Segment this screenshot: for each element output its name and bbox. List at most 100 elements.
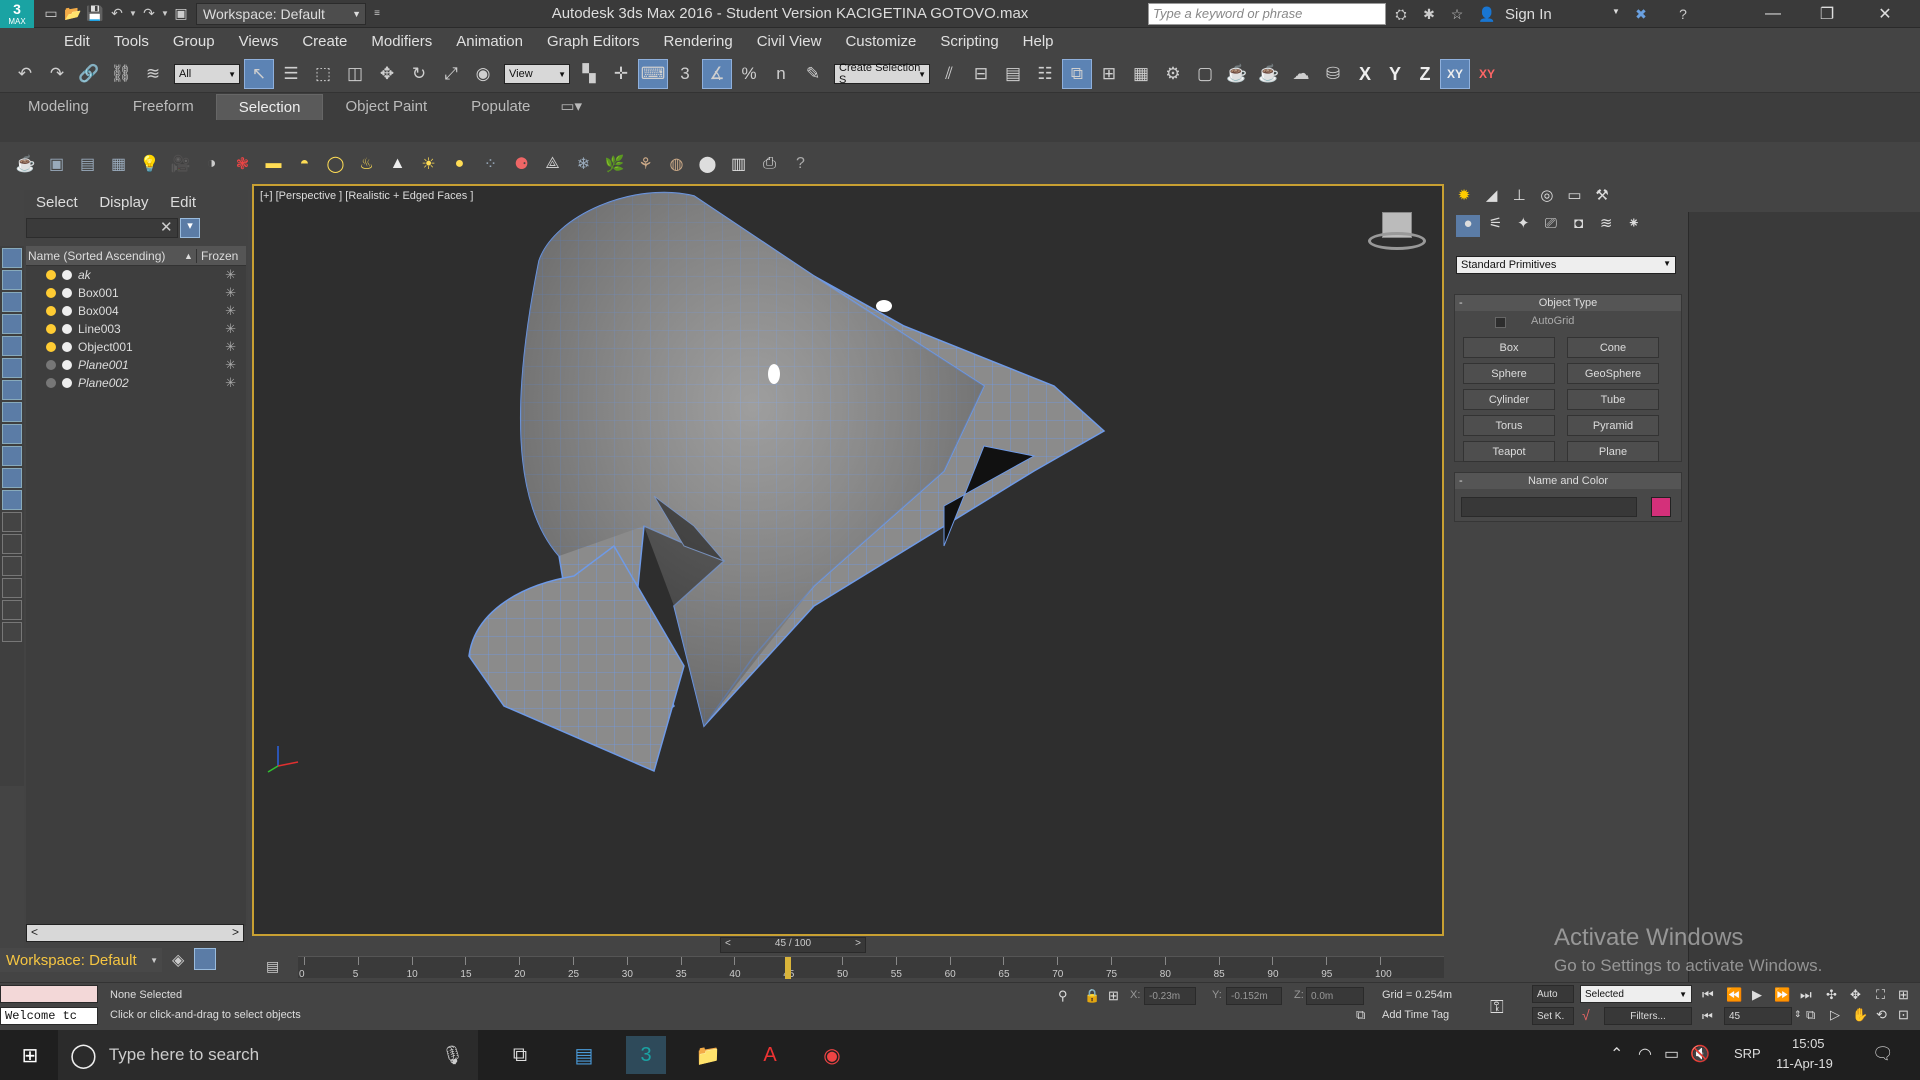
render-cloud-icon[interactable]: ☁ <box>1286 59 1316 89</box>
primitive-category-dropdown[interactable]: Standard Primitives ▼ <box>1456 256 1676 274</box>
time-slider-prev-icon[interactable]: < <box>725 938 731 949</box>
display-geometry-icon[interactable] <box>2 292 22 312</box>
search-input[interactable]: Type a keyword or phrase <box>1148 3 1386 25</box>
hierarchy-explorer-icon[interactable] <box>194 948 216 970</box>
keyboard-shortcut-override-icon[interactable]: ⌨ <box>638 59 668 89</box>
key-icon[interactable]: ⚿ <box>1490 997 1504 1018</box>
rect-selection-icon[interactable]: ⬚ <box>308 59 338 89</box>
start-icon[interactable]: ⊞ <box>10 1036 50 1074</box>
reference-coord-dropdown[interactable]: View ▼ <box>504 64 570 84</box>
menu-customize[interactable]: Customize <box>833 28 928 56</box>
hemisphere-icon[interactable]: ◓ <box>289 149 320 179</box>
auto-key-button[interactable]: Auto <box>1532 985 1574 1003</box>
menu-help[interactable]: Help <box>1011 28 1066 56</box>
geometry-icon[interactable]: ● <box>1456 215 1480 237</box>
cylinder-button[interactable]: Cylinder <box>1463 389 1555 410</box>
close-icon[interactable]: ✕ <box>1858 0 1912 28</box>
microphone-icon[interactable]: 🎙 <box>441 1045 464 1066</box>
freeze-icon[interactable]: ✳ <box>225 303 236 319</box>
scene-menu-select[interactable]: Select <box>36 194 78 211</box>
orbit-icon[interactable]: ⟲ <box>1876 1007 1887 1023</box>
spacewarp-icon[interactable]: ❃ <box>227 149 258 179</box>
display-shapes-icon[interactable] <box>2 314 22 334</box>
shapes-icon[interactable]: ⚟ <box>1484 214 1508 236</box>
key-mode-curve-icon[interactable]: √ <box>1582 1007 1590 1023</box>
unlink-icon[interactable]: ⛓ <box>106 59 136 89</box>
menu-civil-view[interactable]: Civil View <box>745 28 834 56</box>
zoom-extents-all-icon[interactable]: ⊞ <box>1898 987 1909 1003</box>
list-item[interactable]: Box001 ✳ <box>26 284 246 302</box>
particles-icon[interactable]: ⁘ <box>475 149 506 179</box>
display-frozen-icon[interactable] <box>2 512 22 532</box>
tab-populate[interactable]: Populate <box>449 94 552 120</box>
hair-icon[interactable]: ⚘ <box>630 149 661 179</box>
add-time-tag[interactable]: Add Time Tag <box>1382 1009 1449 1021</box>
menu-tools[interactable]: Tools <box>102 28 161 56</box>
object-type-header[interactable]: - Object Type <box>1455 295 1681 311</box>
menu-views[interactable]: Views <box>227 28 291 56</box>
restore-icon[interactable]: ❐ <box>1800 0 1854 28</box>
axis-z-button[interactable]: Z <box>1410 64 1440 85</box>
play-icon[interactable]: ▶ <box>1752 987 1762 1003</box>
filters-button[interactable]: Filters... <box>1604 1007 1692 1025</box>
minimize-icon[interactable]: — <box>1746 0 1800 28</box>
teapot-icon[interactable]: ☕ <box>10 149 41 179</box>
binoculars-icon[interactable]: ⛭ <box>1390 4 1412 24</box>
current-frame-field[interactable]: 45 <box>1724 1007 1792 1025</box>
menu-modifiers[interactable]: Modifiers <box>359 28 444 56</box>
display-lights-icon[interactable] <box>2 336 22 356</box>
place-icon[interactable]: ◉ <box>468 59 498 89</box>
undo-dropdown-icon[interactable]: ▼ <box>128 4 138 24</box>
key-filter-dropdown[interactable]: Selected ▼ <box>1580 985 1692 1003</box>
mirror-icon[interactable]: ⫽ <box>934 59 964 89</box>
axis-xy-button[interactable]: XY <box>1440 59 1470 89</box>
render-iterative-icon[interactable]: ☕ <box>1254 59 1284 89</box>
task-view-icon[interactable]: ⧉ <box>500 1036 540 1074</box>
quick-access-menu-icon[interactable]: ≡ <box>366 4 388 24</box>
layers-icon[interactable]: ▤ <box>72 149 103 179</box>
schematic-view-icon[interactable]: ⊞ <box>1094 59 1124 89</box>
object-name-input[interactable] <box>1461 497 1637 517</box>
teapot-primitive-icon[interactable]: ♨ <box>351 149 382 179</box>
name-color-header[interactable]: - Name and Color <box>1455 473 1681 489</box>
visibility-bulb-icon[interactable] <box>46 270 56 280</box>
spinner-snap-icon[interactable]: n <box>766 59 796 89</box>
list-item[interactable]: Plane001 ✳ <box>26 356 246 374</box>
clear-search-icon[interactable]: ✕ <box>160 218 173 236</box>
grid-icon[interactable]: ▦ <box>103 149 134 179</box>
freeze-icon[interactable]: ✳ <box>225 321 236 337</box>
redo-dropdown-icon[interactable]: ▼ <box>160 4 170 24</box>
maxscript-listener-input[interactable]: Welcome tc <box>0 1007 98 1025</box>
rendered-frame-icon[interactable]: ▢ <box>1190 59 1220 89</box>
x-coord-field[interactable]: -0.23m <box>1144 987 1196 1005</box>
display-all-icon[interactable] <box>2 270 22 290</box>
window-crossing-icon[interactable]: ◫ <box>340 59 370 89</box>
foliage-icon[interactable]: 🌿 <box>599 149 630 179</box>
mini-curve-editor-icon[interactable]: ▤ <box>266 958 279 975</box>
list-item[interactable]: Object001 ✳ <box>26 338 246 356</box>
tube-button[interactable]: Tube <box>1567 389 1659 410</box>
scale-icon[interactable]: ⤢ <box>436 59 466 89</box>
torus-icon[interactable]: ● <box>444 149 475 179</box>
scroll-left-icon[interactable]: < <box>31 925 38 939</box>
utilities-tab-icon[interactable]: ⚒ <box>1590 186 1614 208</box>
torus-button[interactable]: Torus <box>1463 415 1555 436</box>
object-color-swatch[interactable] <box>1651 497 1671 517</box>
render-table-icon[interactable]: ▥ <box>723 149 754 179</box>
ice-icon[interactable]: ❄ <box>568 149 599 179</box>
zoom-icon[interactable]: ✣ <box>1826 987 1837 1003</box>
ribbon-options-icon[interactable]: ▭▾ <box>552 94 590 120</box>
sun-icon[interactable]: ☀ <box>413 149 444 179</box>
menu-animation[interactable]: Animation <box>444 28 535 56</box>
zoom-all-icon[interactable]: ✥ <box>1850 987 1861 1003</box>
save-icon[interactable]: 💾 <box>84 4 106 24</box>
list-item[interactable]: Plane002 ✳ <box>26 374 246 392</box>
display-groups-icon[interactable] <box>2 424 22 444</box>
chrome-icon[interactable]: ◉ <box>812 1036 852 1074</box>
taskbar-search[interactable]: ◯ Type here to search 🎙 <box>58 1030 478 1080</box>
display-xrefs-icon[interactable] <box>2 446 22 466</box>
tray-expand-icon[interactable]: ⌃ <box>1610 1044 1623 1064</box>
list-item[interactable]: Box004 ✳ <box>26 302 246 320</box>
battery-icon[interactable]: ▭ <box>1664 1044 1679 1064</box>
display-children-icon[interactable] <box>2 556 22 576</box>
